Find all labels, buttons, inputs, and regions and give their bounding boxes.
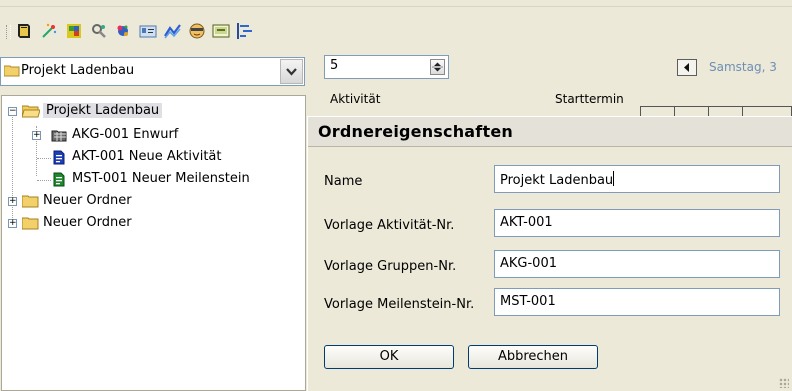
column-header-activity[interactable]: Aktivität	[330, 92, 380, 106]
spinner-buttons[interactable]	[430, 59, 445, 75]
book-icon[interactable]	[15, 22, 33, 40]
toolbar-grip[interactable]	[6, 25, 11, 39]
name-label: Name	[324, 174, 363, 189]
collapse-icon[interactable]: −	[8, 107, 17, 116]
sparkle-icon[interactable]	[114, 22, 132, 40]
tree-item[interactable]: MST-001 Neuer Meilenstein	[2, 170, 302, 190]
activity-icon	[53, 150, 65, 165]
wand-icon[interactable]	[40, 22, 58, 40]
level-spinner-value: 5	[330, 58, 339, 73]
project-select-value: Projekt Ladenbau	[21, 63, 135, 78]
activity-template-field[interactable]: AKT-001	[494, 209, 780, 237]
dialog-title: Ordnereigenschaften	[318, 122, 513, 141]
tree-item-label: AKG-001 Enwurf	[72, 127, 179, 142]
tree-guide-line	[37, 158, 51, 159]
dialog-title-bar[interactable]: Ordnereigenschaften	[308, 117, 792, 147]
folder-icon	[4, 65, 20, 77]
tree-item[interactable]: + Neuer Ordner	[2, 214, 302, 234]
project-select[interactable]: Projekt Ladenbau	[0, 57, 305, 86]
expand-icon[interactable]: +	[32, 131, 41, 140]
folder-icon	[22, 195, 39, 208]
up-down-arrows-icon	[432, 62, 443, 72]
resize-grip[interactable]	[779, 378, 789, 388]
display-icon[interactable]	[212, 22, 230, 40]
text-cursor	[613, 171, 615, 186]
open-folder-icon	[22, 105, 40, 118]
tools-icon[interactable]	[90, 22, 108, 40]
name-field[interactable]: Projekt Ladenbau	[494, 165, 780, 193]
calendar-header	[640, 106, 792, 117]
project-select-dropdown-button[interactable]	[280, 59, 303, 84]
gantt-icon[interactable]	[236, 22, 254, 40]
milestone-template-label: Vorlage Meilenstein-Nr.	[324, 297, 475, 312]
expand-icon[interactable]: +	[8, 219, 17, 228]
wave-chart-icon[interactable]	[164, 22, 182, 40]
chevron-down-icon	[286, 68, 297, 76]
tree-item-label: Neuer Ordner	[43, 215, 132, 230]
group-template-label: Vorlage Gruppen-Nr.	[324, 259, 457, 274]
previous-date-button[interactable]	[677, 59, 697, 76]
tree-item-label: Projekt Ladenbau	[43, 103, 163, 118]
tree-item-root[interactable]: − Projekt Ladenbau	[2, 102, 302, 122]
group-icon	[51, 130, 67, 142]
card-icon[interactable]	[139, 22, 157, 40]
tree-item-label: MST-001 Neuer Meilenstein	[72, 171, 250, 186]
activity-template-label: Vorlage Aktivität-Nr.	[324, 218, 455, 233]
tree-item-label: Neuer Ordner	[43, 193, 132, 208]
face-icon[interactable]	[188, 22, 206, 40]
date-label: Samstag, 3	[709, 60, 777, 74]
tree-item[interactable]: AKT-001 Neue Aktivität	[2, 148, 302, 168]
tree-guide-line	[37, 180, 51, 181]
milestone-template-field[interactable]: MST-001	[494, 288, 780, 316]
ok-button[interactable]: OK	[324, 345, 454, 369]
folder-icon	[22, 217, 39, 230]
tree-item-label: AKT-001 Neue Aktivität	[72, 149, 222, 164]
column-header-start[interactable]: Starttermin	[555, 92, 624, 106]
cancel-button[interactable]: Abbrechen	[468, 345, 598, 369]
triangle-left-icon	[684, 63, 689, 72]
puzzle-icon[interactable]	[65, 22, 83, 40]
folder-properties-dialog: Ordnereigenschaften Name Projekt Ladenba…	[307, 116, 792, 391]
tree-item[interactable]: + Neuer Ordner	[2, 192, 302, 212]
expand-icon[interactable]: +	[8, 197, 17, 206]
name-field-value: Projekt Ladenbau	[500, 173, 614, 188]
level-spinner[interactable]: 5	[324, 55, 449, 79]
toolbar-divider	[0, 6, 792, 7]
project-tree[interactable]: − Projekt Ladenbau + AKG-001 Enwurf AKT-…	[1, 95, 306, 391]
milestone-icon	[53, 172, 65, 187]
tree-item[interactable]: + AKG-001 Enwurf	[2, 126, 302, 146]
group-template-field[interactable]: AKG-001	[494, 250, 780, 278]
